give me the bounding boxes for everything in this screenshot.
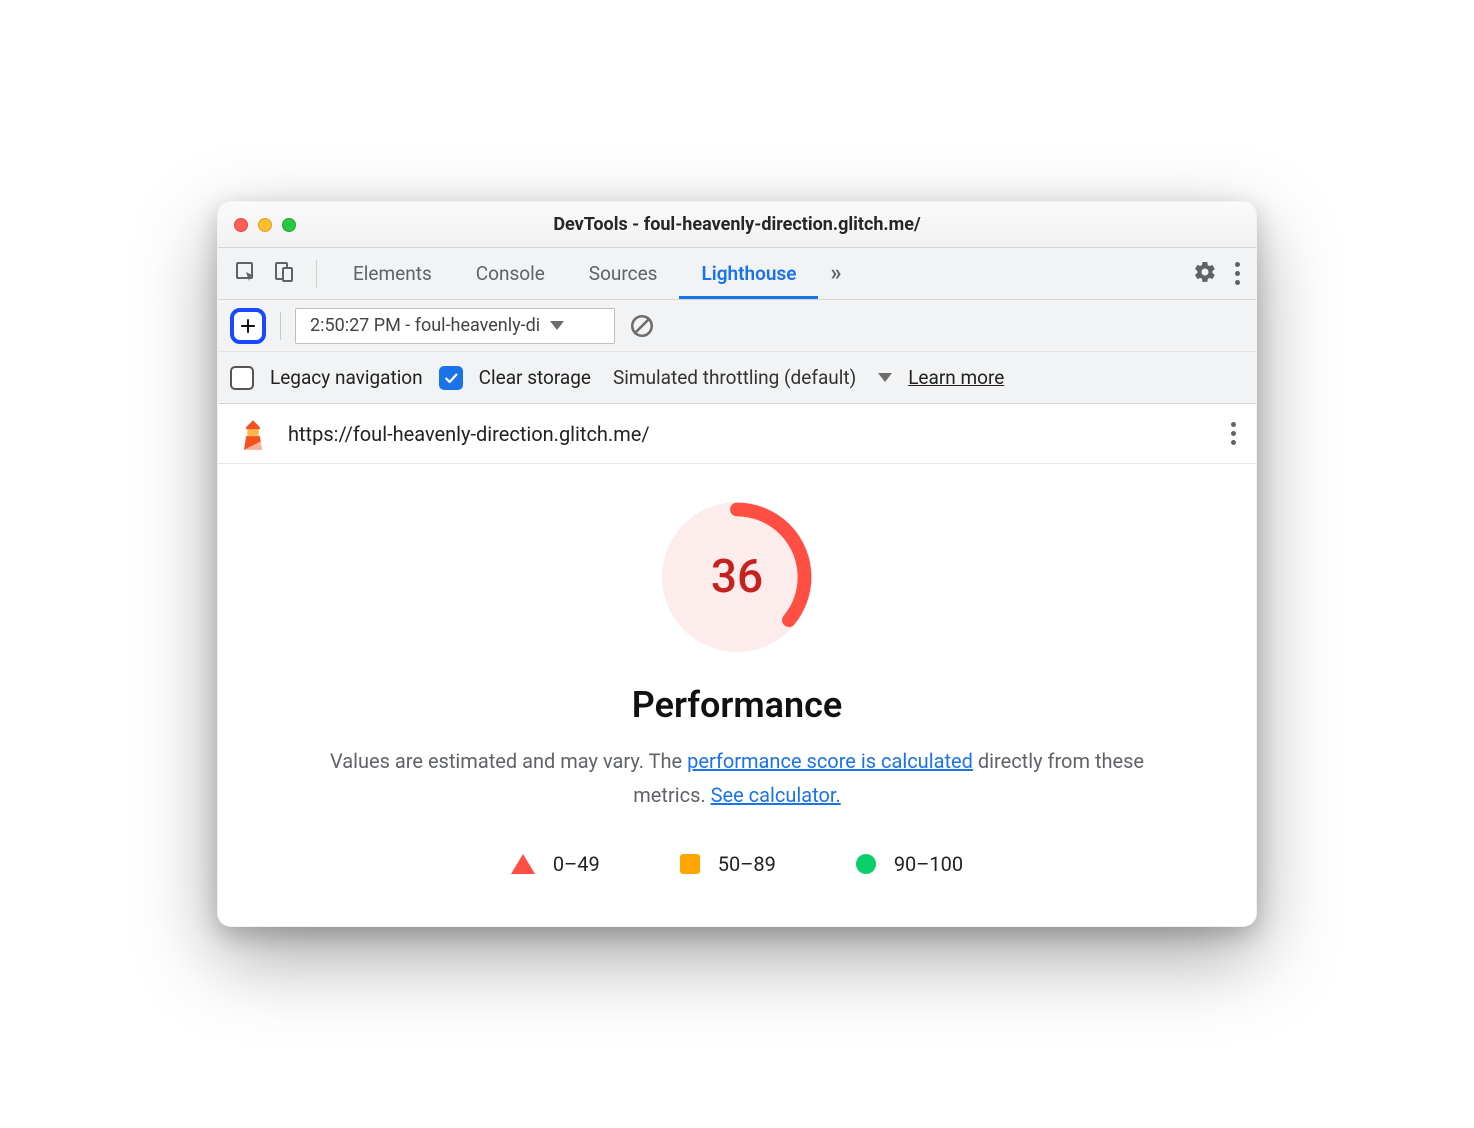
clear-storage-label: Clear storage bbox=[479, 366, 591, 389]
clear-report-icon[interactable] bbox=[629, 313, 655, 339]
report-select[interactable]: 2:50:27 PM - foul-heavenly-di bbox=[295, 308, 615, 344]
title-bar: DevTools - foul-heavenly-direction.glitc… bbox=[218, 202, 1256, 248]
performance-description: Values are estimated and may vary. The p… bbox=[327, 744, 1147, 812]
performance-score-calc-link[interactable]: performance score is calculated bbox=[687, 749, 973, 773]
devtools-tab-bar: Elements Console Sources Lighthouse » bbox=[218, 248, 1256, 300]
inspect-element-icon[interactable] bbox=[234, 260, 258, 288]
close-window-button[interactable] bbox=[234, 218, 248, 232]
separator bbox=[280, 312, 281, 340]
legend-good: 90–100 bbox=[856, 852, 963, 876]
tab-lighthouse[interactable]: Lighthouse bbox=[679, 248, 818, 299]
separator bbox=[316, 260, 317, 288]
kebab-menu-icon[interactable] bbox=[1235, 262, 1240, 285]
see-calculator-link[interactable]: See calculator. bbox=[711, 783, 841, 807]
legacy-navigation-label: Legacy navigation bbox=[270, 366, 423, 389]
legend-mid: 50–89 bbox=[680, 852, 776, 876]
settings-icon[interactable] bbox=[1193, 260, 1217, 288]
legacy-navigation-checkbox[interactable] bbox=[230, 366, 254, 390]
lighthouse-toolbar: 2:50:27 PM - foul-heavenly-di bbox=[218, 300, 1256, 352]
legend-bad: 0–49 bbox=[511, 852, 600, 876]
window-title: DevTools - foul-heavenly-direction.glitc… bbox=[218, 214, 1256, 235]
throttling-chevron-icon[interactable] bbox=[878, 373, 892, 382]
report-url-row: https://foul-heavenly-direction.glitch.m… bbox=[218, 404, 1256, 464]
legend-good-label: 90–100 bbox=[894, 852, 963, 876]
performance-score-value: 36 bbox=[711, 550, 763, 604]
zoom-window-button[interactable] bbox=[282, 218, 296, 232]
devtools-window: DevTools - foul-heavenly-direction.glitc… bbox=[217, 201, 1257, 927]
desc-text-1: Values are estimated and may vary. The bbox=[330, 749, 687, 773]
clear-storage-checkbox[interactable] bbox=[439, 366, 463, 390]
new-report-button[interactable] bbox=[230, 308, 266, 344]
square-orange-icon bbox=[680, 854, 700, 874]
traffic-lights bbox=[234, 218, 296, 232]
tab-elements[interactable]: Elements bbox=[331, 248, 454, 299]
legend-mid-label: 50–89 bbox=[718, 852, 776, 876]
lighthouse-logo-icon bbox=[238, 416, 268, 452]
chevron-down-icon bbox=[550, 321, 564, 330]
minimize-window-button[interactable] bbox=[258, 218, 272, 232]
lighthouse-settings-bar: Legacy navigation Clear storage Simulate… bbox=[218, 352, 1256, 404]
legend-bad-label: 0–49 bbox=[553, 852, 600, 876]
tab-console[interactable]: Console bbox=[454, 248, 567, 299]
report-select-text: 2:50:27 PM - foul-heavenly-di bbox=[310, 315, 540, 336]
device-toolbar-icon[interactable] bbox=[272, 260, 296, 288]
more-tabs-icon[interactable]: » bbox=[830, 261, 841, 286]
triangle-red-icon bbox=[511, 854, 535, 874]
throttling-label: Simulated throttling (default) bbox=[613, 366, 856, 389]
performance-score-gauge: 36 bbox=[662, 502, 812, 652]
lighthouse-report: 36 Performance Values are estimated and … bbox=[218, 464, 1256, 926]
tab-sources[interactable]: Sources bbox=[567, 248, 680, 299]
circle-green-icon bbox=[856, 854, 876, 874]
panel-tabs: Elements Console Sources Lighthouse bbox=[331, 248, 818, 299]
report-url: https://foul-heavenly-direction.glitch.m… bbox=[288, 422, 650, 446]
report-menu-icon[interactable] bbox=[1231, 422, 1236, 445]
score-legend: 0–49 50–89 90–100 bbox=[511, 852, 963, 876]
learn-more-link[interactable]: Learn more bbox=[908, 366, 1004, 389]
performance-heading: Performance bbox=[632, 684, 843, 726]
